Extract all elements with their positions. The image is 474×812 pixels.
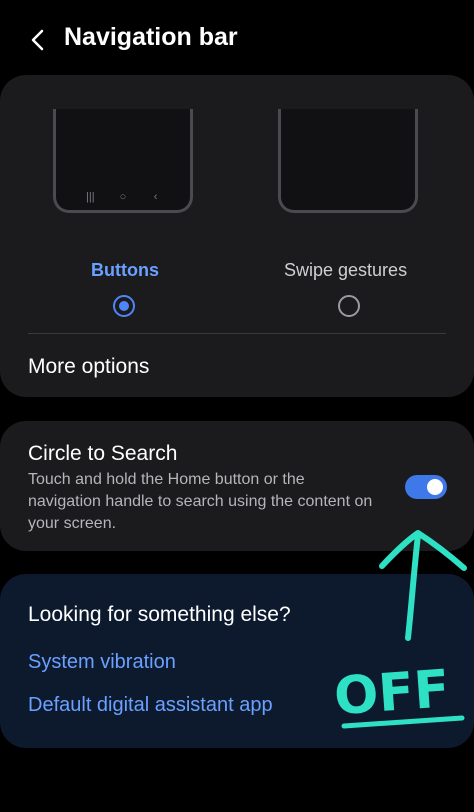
divider xyxy=(28,333,446,334)
back-icon: ‹ xyxy=(153,191,158,203)
buttons-preview[interactable]: ||| ○ ‹ xyxy=(53,109,193,213)
circle-to-search-toggle[interactable] xyxy=(405,475,447,499)
system-vibration-link[interactable]: System vibration xyxy=(28,651,176,674)
back-button[interactable] xyxy=(22,24,54,56)
nav-buttons-glyphs: ||| ○ ‹ xyxy=(56,191,190,203)
recents-icon: ||| xyxy=(86,191,95,203)
chevron-left-icon xyxy=(31,29,44,51)
page-title: Navigation bar xyxy=(64,23,238,51)
looking-else-title: Looking for something else? xyxy=(28,603,291,626)
circle-to-search-title: Circle to Search xyxy=(28,442,178,465)
navigation-type-card: ||| ○ ‹ Buttons Swipe gestures More opti… xyxy=(0,75,474,397)
home-icon: ○ xyxy=(119,191,127,203)
header: Navigation bar xyxy=(0,0,474,80)
circle-to-search-description: Touch and hold the Home button or the na… xyxy=(28,471,373,532)
looking-for-something-else-card: Looking for something else? System vibra… xyxy=(0,574,474,748)
more-options-item[interactable]: More options xyxy=(28,355,149,379)
circle-to-search-card[interactable]: Circle to Search Touch and hold the Home… xyxy=(0,421,474,551)
swipe-gestures-preview[interactable] xyxy=(278,109,418,213)
swipe-gestures-option-label[interactable]: Swipe gestures xyxy=(284,260,407,281)
default-digital-assistant-link[interactable]: Default digital assistant app xyxy=(28,694,273,717)
buttons-radio[interactable] xyxy=(113,295,135,317)
buttons-option-label[interactable]: Buttons xyxy=(91,260,159,281)
swipe-gestures-radio[interactable] xyxy=(338,295,360,317)
toggle-knob xyxy=(427,479,443,495)
